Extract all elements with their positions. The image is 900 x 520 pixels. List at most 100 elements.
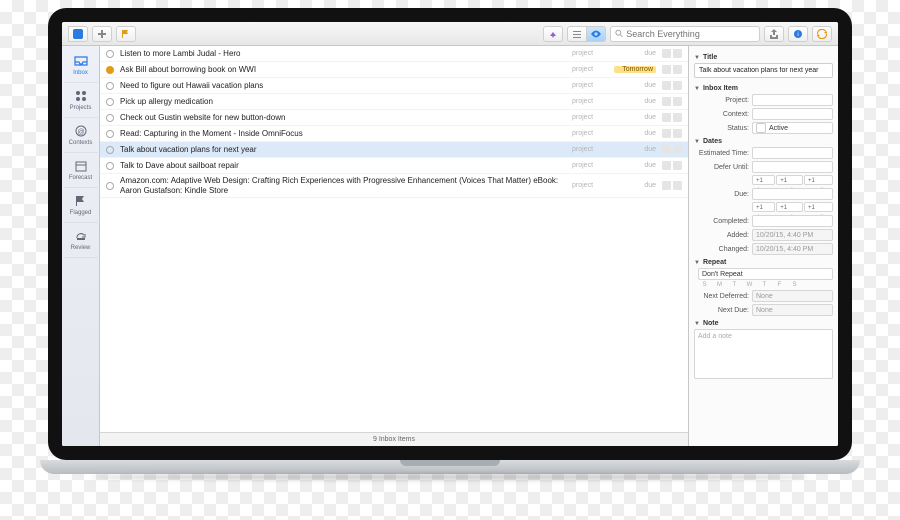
contexts-icon: @	[74, 124, 88, 138]
flagged-icon	[74, 194, 88, 208]
estimated-input[interactable]	[752, 147, 833, 159]
task-title: Listen to more Lambi Judal - Hero	[120, 49, 566, 58]
date-shortcut-pill[interactable]: +1 day	[752, 202, 775, 212]
task-due: due	[614, 82, 656, 89]
sidebar-item-review[interactable]: Review	[64, 225, 98, 258]
task-due: due	[614, 162, 656, 169]
task-due: due	[614, 98, 656, 105]
sidebar-item-label: Flagged	[64, 210, 98, 216]
task-status-circle[interactable]	[106, 82, 114, 90]
weekday-label: T	[728, 282, 741, 288]
search-input[interactable]	[626, 29, 755, 39]
task-row-glyphs	[662, 129, 682, 138]
defer-input[interactable]	[752, 161, 833, 173]
search-field[interactable]	[610, 26, 760, 42]
task-row[interactable]: Pick up allergy medication project due	[100, 94, 688, 110]
sidebar-item-flagged[interactable]: Flagged	[64, 190, 98, 223]
task-title: Need to figure out Hawaii vacation plans	[120, 81, 566, 90]
add-button[interactable]	[92, 26, 112, 42]
task-row-glyphs	[662, 49, 682, 58]
task-project-badge: project	[572, 66, 608, 73]
view-list-button[interactable]	[567, 26, 587, 42]
task-status-circle[interactable]	[106, 162, 114, 170]
weekday-row: SMTWTFS	[698, 282, 833, 288]
section-title[interactable]: Title	[694, 54, 833, 61]
sidebar-item-forecast[interactable]: Forecast	[64, 155, 98, 188]
inspector-button[interactable]: i	[788, 26, 808, 42]
next-due-value: None	[752, 304, 833, 316]
section-inbox-item[interactable]: Inbox Item	[694, 85, 833, 92]
sidebar-item-projects[interactable]: Projects	[64, 85, 98, 118]
task-row-glyphs	[662, 113, 682, 122]
task-status-circle[interactable]	[106, 146, 114, 154]
section-dates[interactable]: Dates	[694, 138, 833, 145]
task-status-circle[interactable]	[106, 182, 114, 190]
next-deferred-label: Next Deferred:	[694, 293, 749, 300]
task-row[interactable]: Check out Gustin website for new button-…	[100, 110, 688, 126]
task-row-glyphs	[662, 181, 682, 190]
sidebar-item-inbox[interactable]: Inbox	[64, 50, 98, 83]
due-input[interactable]	[752, 188, 833, 200]
view-eye-button[interactable]	[587, 26, 606, 42]
task-row-glyphs	[662, 161, 682, 170]
task-project-badge: project	[572, 50, 608, 57]
note-input[interactable]: Add a note	[694, 329, 833, 379]
task-row[interactable]: Talk about vacation plans for next yearp…	[100, 142, 688, 158]
inbox-icon	[74, 54, 88, 68]
status-bar: 9 Inbox Items	[100, 432, 688, 446]
task-row-glyphs	[662, 81, 682, 90]
task-project-badge: project	[572, 98, 608, 105]
sync-button[interactable]	[812, 26, 832, 42]
task-status-circle[interactable]	[106, 66, 114, 74]
defer-label: Defer Until:	[694, 164, 749, 171]
task-title: Amazon.com: Adaptive Web Design: Craftin…	[120, 176, 566, 194]
laptop-shadow	[90, 474, 810, 480]
context-select[interactable]	[752, 108, 833, 120]
quick-open-button[interactable]	[543, 26, 563, 42]
share-button[interactable]	[764, 26, 784, 42]
task-status-circle[interactable]	[106, 114, 114, 122]
date-shortcut-pill[interactable]: +1 week	[776, 202, 803, 212]
changed-value: 10/20/15, 4:40 PM	[752, 243, 833, 255]
task-status-circle[interactable]	[106, 98, 114, 106]
next-deferred-value: None	[752, 290, 833, 302]
task-project-badge: project	[572, 82, 608, 89]
date-shortcut-pill[interactable]: +1 month	[804, 202, 833, 212]
task-status-circle[interactable]	[106, 130, 114, 138]
task-list: Listen to more Lambi Judal - Hero project…	[100, 46, 688, 432]
added-value: 10/20/15, 4:40 PM	[752, 229, 833, 241]
weekday-label: S	[788, 282, 801, 288]
sidebar-item-label: Contexts	[64, 140, 98, 146]
view-mode-segment	[567, 26, 606, 42]
flag-button[interactable]	[116, 26, 136, 42]
section-note[interactable]: Note	[694, 320, 833, 327]
task-row[interactable]: Listen to more Lambi Judal - Hero project…	[100, 46, 688, 62]
app-window: i Inbox Projects @ Contexts	[62, 22, 838, 446]
app-icon[interactable]	[68, 26, 88, 42]
task-due: due	[614, 130, 656, 137]
task-row[interactable]: Ask Bill about borrowing book on WWIproj…	[100, 62, 688, 78]
project-select[interactable]	[752, 94, 833, 106]
toolbar: i	[62, 22, 838, 46]
task-title: Pick up allergy medication	[120, 97, 566, 106]
estimated-label: Estimated Time:	[694, 150, 749, 157]
section-repeat[interactable]: Repeat	[694, 259, 833, 266]
task-due: due	[614, 146, 656, 153]
task-status-circle[interactable]	[106, 50, 114, 58]
toolbar-left-segment	[68, 26, 88, 42]
status-label: Status:	[694, 125, 749, 132]
weekday-label: S	[698, 282, 711, 288]
date-shortcut-pill[interactable]: +1 month	[804, 175, 833, 185]
status-select[interactable]: Active	[752, 122, 833, 134]
date-shortcut-pill[interactable]: +1 week	[776, 175, 803, 185]
task-row[interactable]: Need to figure out Hawaii vacation plans…	[100, 78, 688, 94]
task-project-badge: project	[572, 182, 608, 189]
task-row[interactable]: Amazon.com: Adaptive Web Design: Craftin…	[100, 174, 688, 198]
sidebar-item-contexts[interactable]: @ Contexts	[64, 120, 98, 153]
completed-input[interactable]	[752, 215, 833, 227]
task-row[interactable]: Read: Capturing in the Moment - Inside O…	[100, 126, 688, 142]
title-input[interactable]	[694, 63, 833, 78]
task-row[interactable]: Talk to Dave about sailboat repairprojec…	[100, 158, 688, 174]
repeat-select[interactable]: Don't Repeat	[698, 268, 833, 280]
date-shortcut-pill[interactable]: +1 day	[752, 175, 775, 185]
